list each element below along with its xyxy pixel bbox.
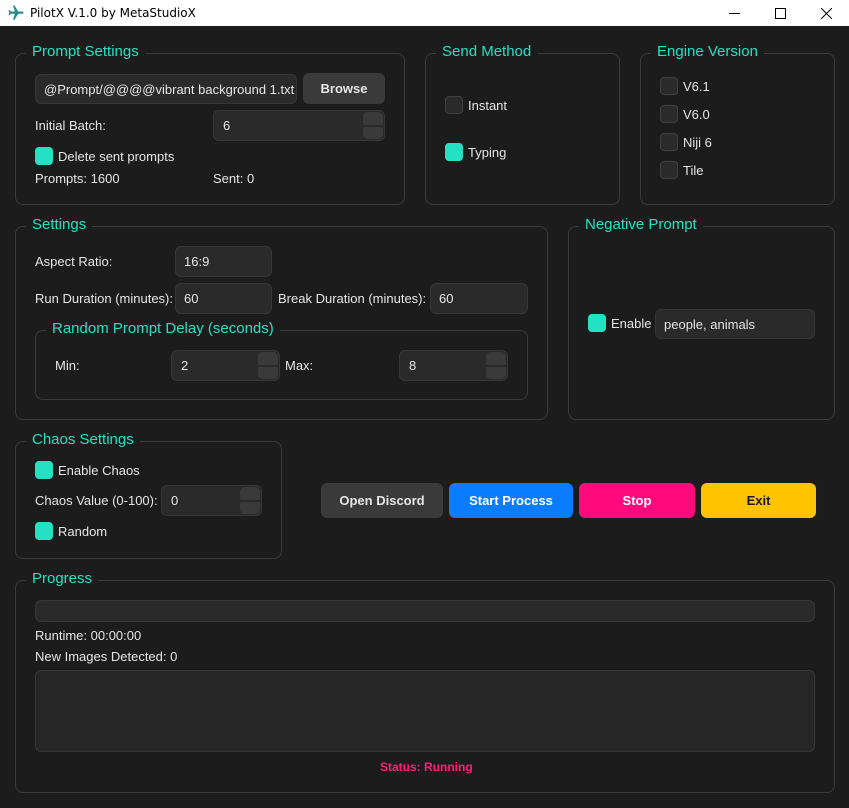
delay-min-spinbox[interactable]: 2 (171, 350, 280, 381)
delete-sent-prompts-checkbox[interactable] (35, 147, 53, 165)
negative-prompt-input[interactable]: people, animals (655, 309, 815, 339)
runtime-label: Runtime: 00:00:00 (35, 628, 142, 643)
negative-prompt-enable-checkbox[interactable] (588, 314, 606, 332)
chaos-random-label: Random (58, 524, 108, 539)
engine-v6-1-label: V6.1 (683, 79, 710, 94)
stop-button[interactable]: Stop (579, 483, 695, 518)
engine-v6-0-checkbox[interactable] (660, 105, 678, 123)
settings-legend: Settings (26, 216, 93, 234)
engine-version-panel: Engine Version (640, 43, 835, 205)
spin-down-button[interactable] (486, 366, 506, 379)
close-icon (820, 7, 832, 19)
prompt-settings-legend: Prompt Settings (26, 43, 145, 61)
typing-label: Typing (468, 145, 507, 160)
initial-batch-value: 6 (223, 118, 231, 133)
status-label: Status: Running (380, 760, 473, 774)
spin-down-button[interactable] (258, 366, 278, 379)
spin-down-button[interactable] (363, 126, 383, 139)
open-discord-button[interactable]: Open Discord (321, 483, 443, 518)
break-duration-label: Break Duration (minutes): (278, 291, 427, 306)
delay-max-spinbox[interactable]: 8 (399, 350, 508, 381)
chaos-value-spinbox[interactable]: 0 (161, 485, 262, 516)
engine-tile-label: Tile (683, 163, 704, 178)
close-button[interactable] (803, 0, 849, 26)
delay-min-value: 2 (181, 358, 189, 373)
engine-niji-6-checkbox[interactable] (660, 133, 678, 151)
log-output-box[interactable] (35, 670, 815, 752)
random-prompt-delay-legend: Random Prompt Delay (seconds) (46, 320, 280, 338)
exit-button[interactable]: Exit (701, 483, 816, 518)
delay-max-value: 8 (409, 358, 417, 373)
spin-up-button[interactable] (258, 352, 278, 365)
delay-min-label: Min: (55, 358, 80, 373)
typing-checkbox[interactable] (445, 143, 463, 161)
enable-chaos-checkbox[interactable] (35, 461, 53, 479)
instant-checkbox[interactable] (445, 96, 463, 114)
initial-batch-label: Initial Batch: (35, 118, 106, 133)
send-method-panel: Send Method (425, 43, 620, 205)
airplane-icon (8, 5, 24, 20)
browse-button[interactable]: Browse (303, 73, 385, 104)
sent-count: Sent: 0 (213, 171, 255, 186)
run-duration-label: Run Duration (minutes): (35, 291, 173, 306)
engine-version-legend: Engine Version (651, 43, 764, 61)
title-bar: PilotX V.1.0 by MetaStudioX (0, 0, 849, 26)
engine-tile-checkbox[interactable] (660, 161, 678, 179)
instant-label: Instant (468, 98, 508, 113)
minimize-icon (728, 12, 740, 14)
spin-up-button[interactable] (240, 487, 260, 500)
delete-sent-prompts-label: Delete sent prompts (58, 149, 175, 164)
prompt-file-path-field[interactable]: @Prompt/@@@@vibrant background 1.txt (35, 74, 297, 104)
start-process-button[interactable]: Start Process (449, 483, 573, 518)
chaos-value: 0 (171, 493, 179, 508)
enable-chaos-label: Enable Chaos (58, 463, 140, 478)
aspect-ratio-input[interactable]: 16:9 (175, 246, 272, 277)
progress-legend: Progress (26, 570, 99, 588)
maximize-button[interactable] (757, 0, 803, 26)
break-duration-input[interactable]: 60 (430, 283, 528, 314)
chaos-value-label: Chaos Value (0-100): (35, 493, 158, 508)
spin-up-button[interactable] (363, 112, 383, 125)
run-duration-input[interactable]: 60 (175, 283, 272, 314)
spin-down-button[interactable] (240, 501, 260, 514)
new-images-label: New Images Detected: 0 (35, 649, 178, 664)
initial-batch-spinbox[interactable]: 6 (213, 110, 385, 141)
aspect-ratio-label: Aspect Ratio: (35, 254, 113, 269)
engine-v6-0-label: V6.0 (683, 107, 710, 122)
delay-max-label: Max: (285, 358, 314, 373)
progress-bar (35, 600, 815, 622)
prompts-count: Prompts: 1600 (35, 171, 120, 186)
spin-up-button[interactable] (486, 352, 506, 365)
maximize-icon (774, 7, 786, 19)
chaos-settings-legend: Chaos Settings (26, 431, 140, 449)
minimize-button[interactable] (711, 0, 757, 26)
negative-prompt-enable-label: Enable (611, 316, 652, 331)
negative-prompt-legend: Negative Prompt (579, 216, 703, 234)
engine-v6-1-checkbox[interactable] (660, 77, 678, 95)
send-method-legend: Send Method (436, 43, 538, 61)
engine-niji-6-label: Niji 6 (683, 135, 712, 150)
window-title: PilotX V.1.0 by MetaStudioX (30, 6, 196, 20)
chaos-random-checkbox[interactable] (35, 522, 53, 540)
